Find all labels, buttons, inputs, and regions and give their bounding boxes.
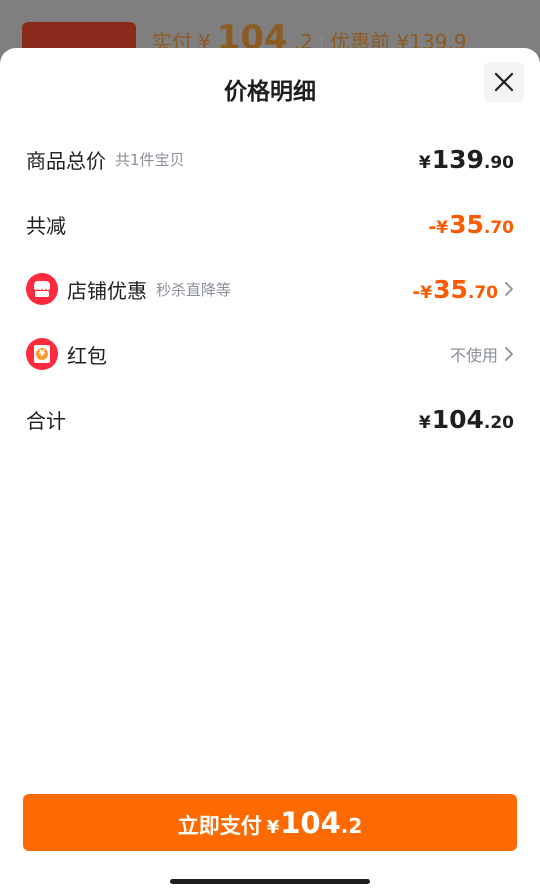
- red-packet-glyph: ¥: [36, 348, 48, 360]
- minus-sign: -: [428, 215, 437, 238]
- subtotal-row: 商品总价 共1件宝贝 ¥ 139 .90: [26, 139, 514, 179]
- subtotal-amount: ¥ 139 .90: [419, 145, 514, 174]
- currency: ¥: [420, 282, 433, 303]
- total-row: 合计 ¥ 104 .20: [26, 399, 514, 439]
- red-packet-row[interactable]: ¥ 红包 不使用: [26, 334, 514, 374]
- shop-discount-row[interactable]: 店铺优惠 秒杀直降等 - ¥ 35 .70: [26, 269, 514, 309]
- pay-currency: ¥: [266, 817, 280, 838]
- subtotal-label: 商品总价: [26, 148, 106, 173]
- currency: ¥: [418, 412, 431, 433]
- amount-int: 139: [431, 144, 484, 174]
- red-packet-status: 不使用: [449, 346, 498, 365]
- item-count: 共1件宝贝: [115, 150, 185, 169]
- shop-discount-desc: 秒杀直降等: [156, 280, 232, 299]
- total-discount-amount: - ¥ 35 .70: [428, 210, 514, 239]
- shop-discount-label: 店铺优惠: [67, 278, 147, 303]
- total-label: 合计: [26, 408, 66, 433]
- amount-dec: .20: [483, 412, 514, 433]
- home-indicator: [170, 879, 370, 884]
- amount-int: 35: [433, 274, 468, 304]
- amount-int: 104: [431, 404, 484, 434]
- currency: ¥: [418, 152, 431, 173]
- shop-discount-amount: - ¥ 35 .70: [412, 275, 514, 304]
- minus-sign: -: [412, 280, 421, 303]
- close-button[interactable]: [484, 62, 524, 102]
- amount-dec: .70: [467, 282, 498, 303]
- red-packet-icon: ¥: [26, 338, 58, 370]
- pay-dec: .2: [340, 814, 363, 838]
- amount-dec: .70: [483, 217, 514, 238]
- pay-now-button[interactable]: 立即支付 ¥ 104 .2: [23, 794, 517, 851]
- total-discount-label: 共减: [26, 213, 66, 238]
- chevron-right-icon: [504, 346, 514, 362]
- red-packet-label: 红包: [67, 343, 107, 368]
- close-icon: [494, 72, 514, 92]
- store-icon: [26, 273, 58, 305]
- pay-int: 104: [280, 806, 341, 840]
- sheet-title: 价格明细: [224, 79, 316, 105]
- currency: ¥: [436, 217, 449, 238]
- red-packet-value: 不使用: [450, 342, 514, 366]
- total-discount-row: 共减 - ¥ 35 .70: [26, 204, 514, 244]
- chevron-right-icon: [504, 281, 514, 297]
- amount-int: 35: [449, 209, 484, 239]
- pay-now-label: 立即支付: [177, 814, 262, 838]
- total-amount: ¥ 104 .20: [419, 405, 514, 434]
- price-detail-sheet: 价格明细 商品总价 共1件宝贝 ¥ 139 .90 共减 - ¥ 35 .70: [0, 48, 540, 892]
- amount-dec: .90: [483, 152, 514, 173]
